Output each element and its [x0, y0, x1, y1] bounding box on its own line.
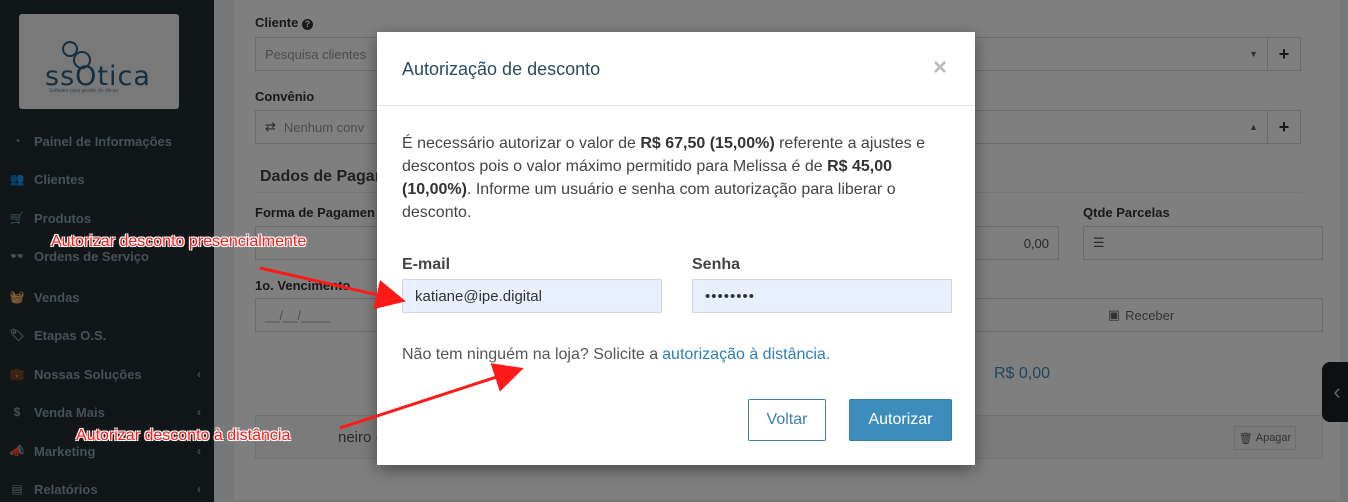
arrow-presencial	[259, 266, 406, 310]
annotation-presencial: Autorizar desconto presencialmente	[51, 233, 307, 250]
annotation-distancia: Autorizar desconto à distância	[76, 427, 291, 444]
arrow-distancia	[339, 363, 524, 430]
